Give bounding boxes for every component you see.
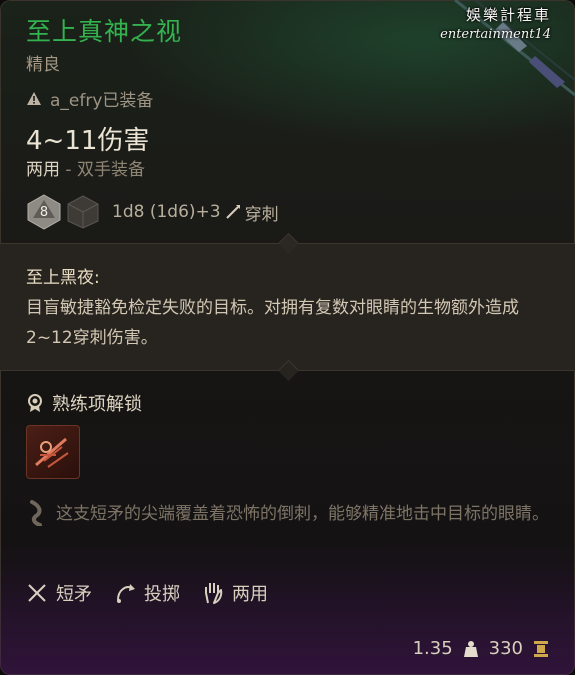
item-rarity: 精良 [26, 55, 60, 75]
item-tooltip: 娛樂計程車 entertainment14 至上真神之视 精良 a_efry已装… [0, 0, 575, 675]
property-label: 两用 [232, 584, 268, 605]
proficiency-action-tile[interactable] [26, 425, 80, 479]
property-short-spear[interactable]: 短矛 [26, 580, 92, 606]
hand-icon [205, 583, 223, 604]
handedness: 两用 [26, 160, 60, 180]
d8-die-icon: 8 [27, 194, 61, 230]
passive-description: 目盲敏捷豁免检定失败的目标。对拥有复数对眼睛的生物额外造成2~12穿刺伤害。 [26, 298, 519, 348]
thrown-icon [117, 584, 135, 603]
die-value: 8 [40, 205, 48, 220]
property-label: 短矛 [56, 584, 92, 605]
item-value: 330 [488, 638, 523, 659]
proficiency-unlock: 熟练项解锁 [26, 390, 142, 416]
handedness-line: 两用 - 双手装备 [26, 155, 145, 180]
item-name: 至上真神之视 [26, 17, 183, 46]
damage-type: 穿刺 [244, 204, 279, 225]
damage-range: 4~11伤害 [26, 126, 150, 156]
weight-icon [463, 640, 478, 657]
proficiency-label: 熟练项解锁 [52, 394, 142, 415]
item-footer: 1.35 330 [413, 638, 549, 659]
proficiency-badge-icon [28, 394, 42, 412]
property-thrown[interactable]: 投掷 [114, 580, 180, 606]
quill-icon [30, 500, 42, 526]
damage-dice-row: 8 1d8 (1d6)+3 穿刺 [26, 194, 279, 230]
equipped-status: a_efry已装备 [26, 86, 153, 111]
property-label: 投掷 [144, 584, 180, 605]
property-versatile[interactable]: 两用 [202, 580, 268, 606]
watermark: 娛樂計程車 entertainment14 [440, 4, 551, 42]
handedness-separator: - [60, 160, 77, 180]
watermark-line2: entertainment14 [440, 27, 551, 42]
watermark-line1: 娛樂計程車 [465, 6, 551, 24]
piercing-icon [225, 205, 240, 219]
equipped-by-text: a_efry已装备 [50, 91, 154, 111]
weapon-properties: 短矛 投掷 两用 [26, 580, 290, 606]
warning-icon [27, 91, 41, 105]
item-weight: 1.35 [412, 638, 453, 659]
damage-formula: 1d8 (1d6)+3 [112, 202, 221, 222]
passive-name: 至上黑夜: [26, 268, 100, 288]
gold-coin-icon [534, 640, 548, 657]
damage-formula-line: 1d8 (1d6)+3 穿刺 [112, 200, 279, 225]
crossed-spears-icon [28, 584, 46, 602]
equip-slot: 双手装备 [76, 160, 145, 180]
piercing-strike-icon [35, 437, 69, 468]
lore-text: 这支短矛的尖端覆盖着恐怖的倒刺，能够精准地击中目标的眼睛。 [56, 504, 549, 524]
d6-die-icon [67, 195, 99, 229]
